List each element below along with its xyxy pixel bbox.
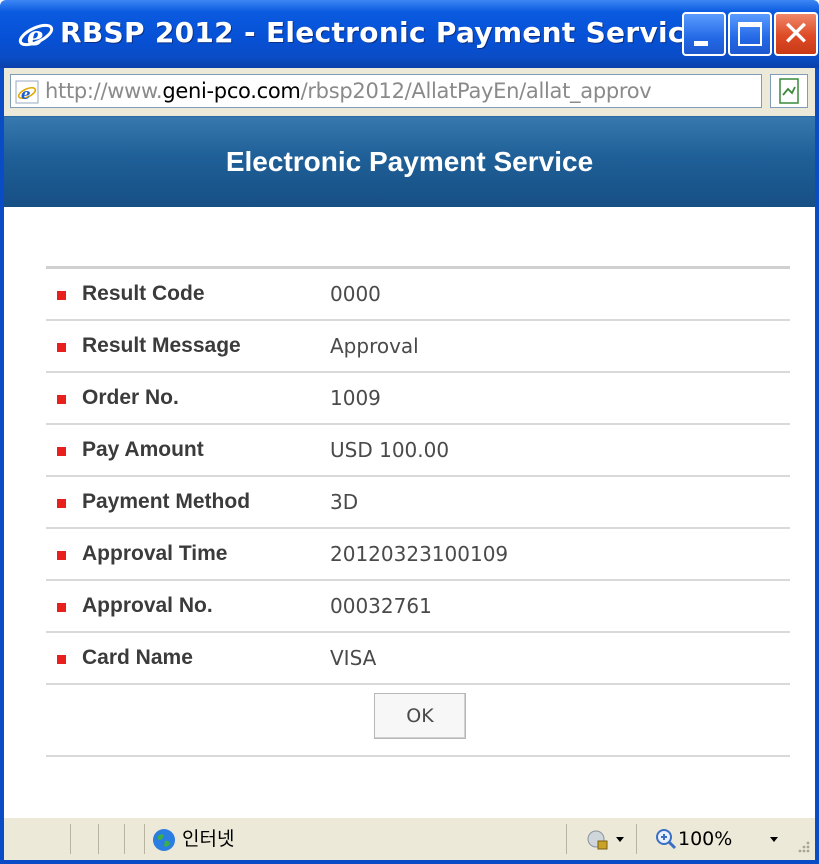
table-row: Payment Method 3D [46,477,790,529]
close-button[interactable]: ✕ [774,12,818,56]
maximize-icon [738,22,762,46]
bullet-icon [57,603,66,612]
security-zone-label[interactable]: 인터넷 [182,824,234,854]
globe-icon [153,829,175,851]
ok-row: OK [46,685,790,757]
bullet-icon [57,551,66,560]
row-label: Result Code [82,282,205,305]
status-divider [98,824,99,854]
bullet-icon [57,655,66,664]
bullet-icon [57,343,66,352]
row-value: 20120323100109 [330,542,509,566]
row-label: Payment Method [82,490,251,513]
row-label: Card Name [82,646,193,669]
status-divider [124,824,125,854]
page-header: Electronic Payment Service [4,116,815,207]
status-divider [144,824,145,854]
bullet-icon [57,499,66,508]
url-path: /rbsp2012/AllatPayEn/allat_approv [300,79,652,103]
address-url: http://www.geni-pco.com/rbsp2012/AllatPa… [45,75,652,107]
result-table: Result Code 0000 Result Message Approval… [46,266,790,757]
table-row: Card Name VISA [46,633,790,685]
row-value: VISA [330,646,377,670]
row-value: Approval [330,334,419,358]
ie-icon: e [18,22,54,52]
zoom-dropdown-icon[interactable] [770,837,778,842]
minimize-icon [694,41,708,46]
row-label: Result Message [82,334,241,357]
row-value: USD 100.00 [330,438,450,462]
table-row: Order No. 1009 [46,373,790,425]
row-value: 0000 [330,282,381,306]
minimize-button[interactable] [682,12,726,56]
status-divider [70,824,71,854]
row-label: Pay Amount [82,438,204,461]
page-content: Electronic Payment Service Result Code 0… [0,116,819,818]
ie-page-icon: e [15,80,39,104]
table-row: Result Message Approval [46,321,790,373]
ok-button[interactable]: OK [374,693,466,739]
status-divider [566,824,567,854]
page-info-button[interactable] [770,74,808,108]
url-host: geni-pco.com [162,79,301,103]
close-icon: ✕ [781,14,811,54]
svg-text:e: e [27,22,44,52]
row-label: Approval No. [82,594,213,617]
zoom-level[interactable]: 100% [678,824,732,854]
bullet-icon [57,291,66,300]
table-row: Pay Amount USD 100.00 [46,425,790,477]
row-value: 1009 [330,386,381,410]
row-label: Order No. [82,386,179,409]
status-divider [636,824,637,854]
chevron-down-icon[interactable] [616,837,624,842]
status-bar: 인터넷 100% [0,818,819,864]
page-title: Electronic Payment Service [225,146,594,177]
table-row: Result Code 0000 [46,269,790,321]
svg-text:e: e [21,85,31,103]
row-value: 3D [330,490,359,514]
document-icon [779,78,799,104]
zoom-icon [656,829,677,850]
row-label: Approval Time [82,542,228,565]
url-prefix: http://www. [45,79,163,103]
protected-mode-icon[interactable] [586,828,610,852]
resize-grip-icon[interactable] [793,838,811,856]
address-bar: e http://www.geni-pco.com/rbsp2012/Allat… [0,68,819,116]
bullet-icon [57,395,66,404]
maximize-button[interactable] [728,12,772,56]
address-field[interactable]: e http://www.geni-pco.com/rbsp2012/Allat… [10,74,762,108]
row-value: 00032761 [330,594,432,618]
window-title: RBSP 2012 - Electronic Payment Service..… [60,16,737,49]
table-row: Approval Time 20120323100109 [46,529,790,581]
window-titlebar[interactable]: e RBSP 2012 - Electronic Payment Service… [0,0,819,68]
bullet-icon [57,447,66,456]
table-row: Approval No. 00032761 [46,581,790,633]
